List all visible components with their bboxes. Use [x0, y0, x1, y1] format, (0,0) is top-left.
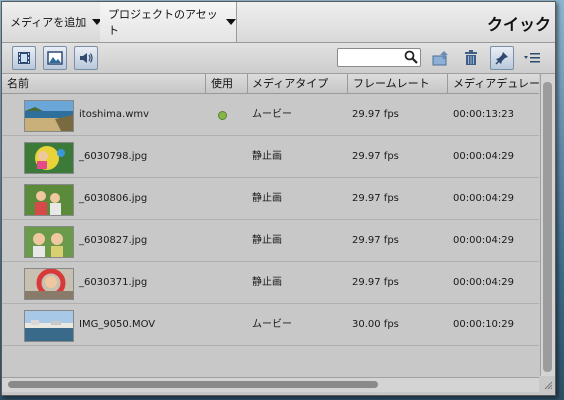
table-row[interactable]: IMG_9050.MOV ムービー 30.00 fps 00:00:10:29 [2, 304, 539, 346]
delete-button[interactable] [460, 47, 482, 69]
thumbnail-kids-grass [24, 184, 74, 216]
trash-icon [465, 50, 477, 65]
vertical-scroll-thumb[interactable] [543, 82, 552, 372]
menu-icon [524, 53, 540, 63]
duration: 00:00:13:23 [453, 109, 515, 120]
upload-icon [432, 51, 448, 66]
image-icon [47, 51, 63, 65]
filter-image-button[interactable] [43, 46, 67, 70]
asset-list: itoshima.wmv ムービー 29.97 fps 00:00:13:23 … [2, 94, 539, 376]
duration: 00:00:04:29 [453, 193, 515, 204]
tab-bar: メディアを追加 プロジェクトのアセット クイック [2, 2, 555, 43]
filter-video-button[interactable] [12, 46, 36, 70]
tab-add-media-label: メディアを追加 [10, 16, 87, 29]
filter-audio-button[interactable] [74, 46, 98, 70]
resize-grip-icon[interactable] [543, 380, 553, 393]
thumbnail-kid-ring [24, 268, 74, 300]
pin-icon [495, 52, 508, 65]
table-row[interactable]: itoshima.wmv ムービー 29.97 fps 00:00:13:23 [2, 94, 539, 136]
file-name: _6030806.jpg [79, 193, 148, 204]
media-type: 静止画 [252, 151, 282, 162]
file-name: itoshima.wmv [79, 109, 150, 120]
duration: 00:00:04:29 [453, 151, 515, 162]
tab-project-assets-label: プロジェクトのアセット [108, 8, 218, 37]
project-assets-panel: メディアを追加 プロジェクトのアセット クイック 名前 使用 メディアタイプ フ… [1, 1, 556, 396]
thumbnail-kid-green [24, 142, 74, 174]
thumbnail-beach [24, 100, 74, 132]
tab-add-media[interactable]: メディアを追加 [2, 2, 108, 42]
table-row[interactable]: _6030806.jpg 静止画 29.97 fps 00:00:04:29 [2, 178, 539, 220]
table-row[interactable]: _6030371.jpg 静止画 29.97 fps 00:00:04:29 [2, 262, 539, 304]
thumbnail-harbor [24, 310, 74, 342]
table-row[interactable]: _6030798.jpg 静止画 29.97 fps 00:00:04:29 [2, 136, 539, 178]
thumbnail-kids-grass [24, 226, 74, 258]
column-header-media-type[interactable]: メディアタイプ [247, 74, 348, 93]
column-header-name[interactable]: 名前 [2, 74, 206, 93]
upload-button[interactable] [430, 47, 452, 69]
frame-rate: 29.97 fps [352, 109, 399, 120]
media-type: 静止画 [252, 277, 282, 288]
column-header-frame-rate[interactable]: フレームレート [348, 74, 448, 93]
file-name: IMG_9050.MOV [79, 319, 156, 330]
file-name: _6030798.jpg [79, 151, 148, 162]
file-name: _6030827.jpg [79, 235, 148, 246]
media-type: 静止画 [252, 235, 282, 246]
search-input[interactable] [337, 48, 421, 67]
horizontal-scroll-thumb[interactable] [8, 381, 378, 388]
frame-rate: 29.97 fps [352, 151, 399, 162]
used-indicator-dot [218, 111, 227, 120]
duration: 00:00:04:29 [453, 277, 515, 288]
column-header-used[interactable]: 使用 [206, 74, 248, 93]
duration: 00:00:10:29 [453, 319, 515, 330]
pin-button[interactable] [490, 46, 514, 70]
media-type: ムービー [252, 319, 292, 330]
toolbar [2, 43, 555, 74]
frame-rate: 29.97 fps [352, 277, 399, 288]
panel-menu-button[interactable] [521, 47, 543, 69]
media-type: 静止画 [252, 193, 282, 204]
duration: 00:00:04:29 [453, 235, 515, 246]
film-icon [18, 52, 30, 64]
frame-rate: 29.97 fps [352, 193, 399, 204]
table-header: 名前 使用 メディアタイプ フレームレート メディアデュレーショ [2, 74, 544, 94]
frame-rate: 29.97 fps [352, 235, 399, 246]
search-icon[interactable] [404, 50, 418, 67]
quick-mode-label[interactable]: クイック [487, 11, 551, 35]
table-row[interactable]: _6030827.jpg 静止画 29.97 fps 00:00:04:29 [2, 220, 539, 262]
file-name: _6030371.jpg [79, 277, 148, 288]
horizontal-scrollbar[interactable] [2, 377, 539, 392]
audio-icon [80, 53, 93, 63]
chevron-down-icon [226, 19, 236, 25]
frame-rate: 30.00 fps [352, 319, 399, 330]
column-header-duration[interactable]: メディアデュレーショ [448, 74, 544, 93]
vertical-scrollbar[interactable] [540, 74, 555, 376]
media-type: ムービー [252, 109, 292, 120]
tab-project-assets[interactable]: プロジェクトのアセット [100, 2, 237, 42]
